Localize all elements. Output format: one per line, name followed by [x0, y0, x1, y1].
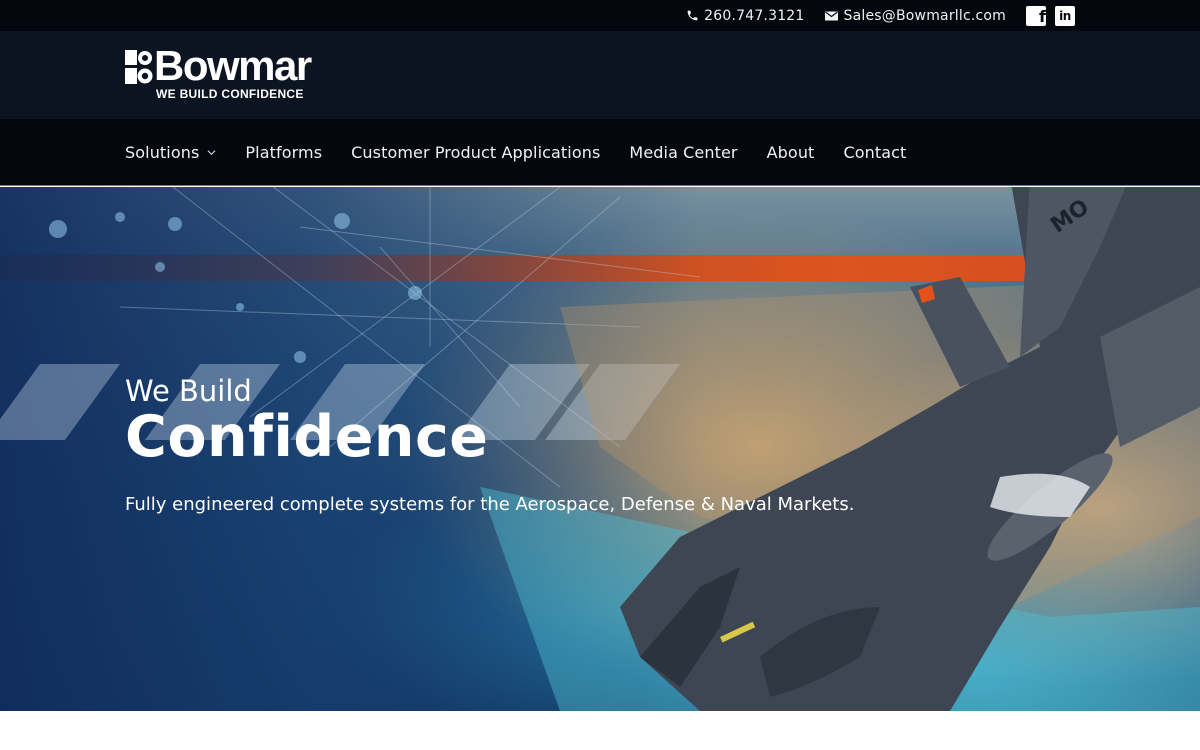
- nav-item-about[interactable]: About: [767, 143, 815, 162]
- nav-item-platforms[interactable]: Platforms: [245, 143, 322, 162]
- nav-item-label: Platforms: [245, 142, 323, 162]
- hero-banner: MO We Build Confidence Fully engineered …: [0, 187, 1200, 711]
- nav-list: Solutions Platforms Customer Product App…: [125, 119, 935, 185]
- nav-item-label: Solutions: [125, 142, 200, 162]
- chevron-down-icon: [207, 149, 216, 155]
- linkedin-icon[interactable]: in: [1055, 5, 1075, 26]
- nav-item-solutions[interactable]: Solutions: [125, 143, 216, 162]
- nav-item-label: Media Center: [629, 142, 738, 162]
- nav-item-label: About: [766, 142, 815, 162]
- hero-heading: We Build Confidence: [125, 373, 488, 469]
- phone-icon: [685, 9, 699, 23]
- nav-item-customer-product-applications[interactable]: Customer Product Applications: [351, 143, 600, 162]
- bowmar-logo-mark-icon: [125, 50, 153, 84]
- email-link[interactable]: Sales@Bowmarllc.com: [825, 8, 1006, 24]
- main-navigation: Solutions Platforms Customer Product App…: [0, 119, 1200, 186]
- nav-item-media-center[interactable]: Media Center: [629, 143, 737, 162]
- page-content-start: [0, 711, 1200, 750]
- logo-wordmark: Bowmar: [154, 42, 312, 89]
- facebook-glyph: f: [1039, 6, 1046, 26]
- envelope-icon: [825, 9, 839, 23]
- social-links: f in: [1026, 5, 1075, 26]
- hero-headline: Confidence: [125, 404, 489, 470]
- bowmar-logo[interactable]: Bowmar WE BUILD CONFIDENCE: [125, 42, 335, 102]
- header-logo-band: Bowmar WE BUILD CONFIDENCE: [0, 31, 1200, 119]
- nav-item-label: Contact: [843, 142, 907, 162]
- email-address: Sales@Bowmarllc.com: [843, 7, 1006, 24]
- phone-number: 260.747.3121: [704, 7, 805, 24]
- facebook-icon[interactable]: f: [1026, 5, 1046, 26]
- logo-tagline: WE BUILD CONFIDENCE: [156, 87, 304, 101]
- linkedin-glyph: in: [1059, 8, 1071, 23]
- hero-subhead: Fully engineered complete systems for th…: [125, 494, 855, 515]
- nav-item-contact[interactable]: Contact: [843, 143, 906, 162]
- nav-item-label: Customer Product Applications: [351, 142, 601, 162]
- phone-link[interactable]: 260.747.3121: [685, 8, 804, 24]
- top-utility-bar: 260.747.3121 Sales@Bowmarllc.com f in: [0, 0, 1200, 31]
- contact-bar: 260.747.3121 Sales@Bowmarllc.com f in: [685, 0, 1075, 31]
